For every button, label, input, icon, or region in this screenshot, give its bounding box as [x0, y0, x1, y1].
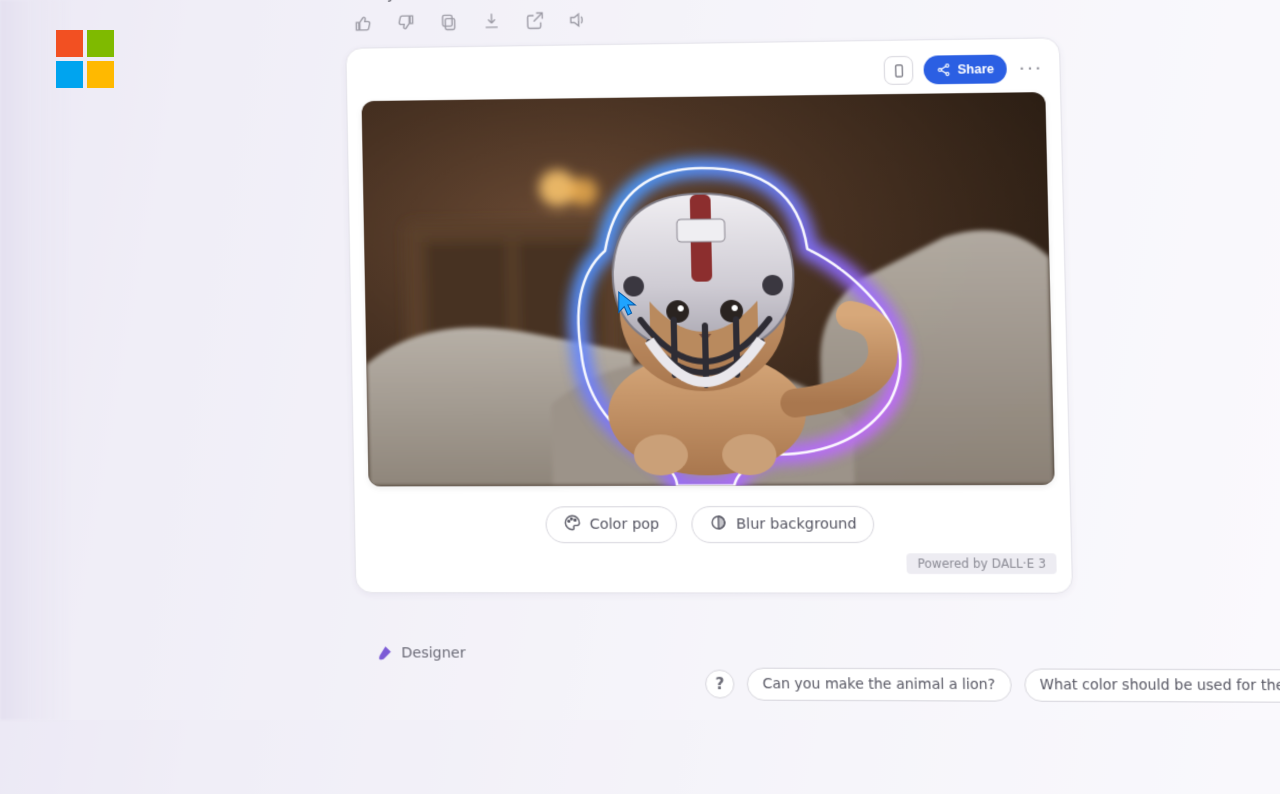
generation-card: Share ···: [345, 37, 1073, 594]
share-button[interactable]: Share: [924, 54, 1007, 84]
designer-label: Designer: [401, 645, 466, 662]
generated-image[interactable]: [362, 92, 1055, 486]
blur-background-chip[interactable]: Blur background: [691, 506, 875, 543]
designer-brush-icon: [375, 644, 394, 662]
card-toolbar: Share ···: [361, 53, 1045, 93]
image-edit-options: Color pop Blur background: [369, 506, 1056, 544]
copy-icon[interactable]: [438, 12, 459, 33]
message-reaction-row: [353, 10, 588, 34]
speaker-icon[interactable]: [567, 10, 588, 31]
color-pop-chip[interactable]: Color pop: [545, 506, 677, 543]
copy-image-button[interactable]: [884, 56, 914, 85]
blur-icon: [709, 513, 728, 536]
assistant-message: I'll try to create that.: [352, 0, 510, 3]
suggestion-chip-1[interactable]: Can you make the animal a lion?: [747, 668, 1012, 702]
palette-icon: [563, 513, 582, 536]
thumbs-down-icon[interactable]: [395, 12, 416, 33]
share-button-label: Share: [957, 62, 994, 77]
export-icon[interactable]: [524, 10, 545, 31]
more-menu-button[interactable]: ···: [1017, 54, 1045, 83]
designer-source-row: Designer: [375, 644, 466, 663]
powered-by-badge: Powered by DALL·E 3: [907, 553, 1057, 574]
chip-label: Blur background: [736, 516, 857, 533]
chip-label: Color pop: [589, 516, 659, 532]
followup-suggestions: ? Can you make the animal a lion? What c…: [705, 668, 1280, 703]
microsoft-logo: [56, 30, 114, 88]
help-button[interactable]: ?: [705, 670, 735, 699]
page-edge-highlight: [0, 0, 72, 720]
thumbs-up-icon[interactable]: [353, 13, 374, 34]
download-icon[interactable]: [481, 11, 502, 32]
app-stage: I'll try to create that.: [60, 0, 1280, 794]
suggestion-chip-2[interactable]: What color should be used for the hel: [1024, 668, 1280, 702]
